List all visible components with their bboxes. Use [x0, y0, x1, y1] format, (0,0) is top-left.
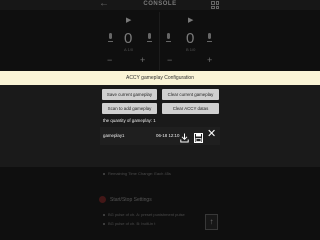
- clear-current-gameplay-button[interactable]: Clear current gameplay: [162, 89, 219, 100]
- download-icon[interactable]: [180, 130, 189, 143]
- modal-title: ACCY gameplay Configuration: [0, 71, 320, 85]
- scan-add-gameplay-button[interactable]: Scan to add gameplay: [102, 103, 157, 114]
- save-icon[interactable]: [194, 130, 203, 143]
- accy-config-modal: ACCY gameplay Configuration Save current…: [0, 71, 320, 167]
- list-item[interactable]: gameplay1 06-18 12:10 ✕: [100, 127, 220, 145]
- save-current-gameplay-button[interactable]: Save current gameplay: [102, 89, 157, 100]
- gameplay-time: 06-18 12:10: [156, 133, 180, 138]
- gameplay-name: gameplay1: [103, 133, 125, 138]
- close-icon[interactable]: ✕: [207, 128, 216, 140]
- clear-accy-datas-button[interactable]: Clear ACCY datas: [162, 103, 219, 114]
- gameplay-quantity: the quantity of gameplay: 1: [103, 118, 156, 123]
